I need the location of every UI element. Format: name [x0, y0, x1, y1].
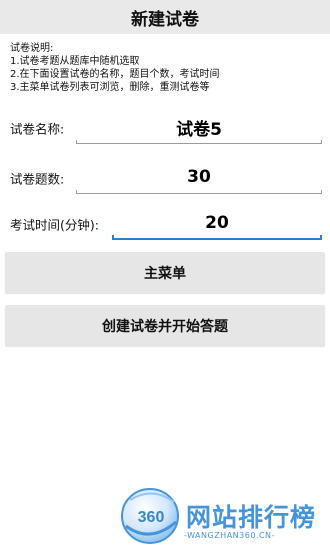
- question-count-input[interactable]: 30: [76, 162, 322, 192]
- exam-name-label: 试卷名称:: [10, 121, 65, 137]
- exam-name-row: 试卷名称: 试卷5: [0, 112, 330, 144]
- exam-time-input[interactable]: 20: [112, 208, 322, 238]
- instructions-heading: 试卷说明:: [10, 43, 54, 54]
- instructions-block: 试卷说明: 1.试卷考题从题库中随机选取 2.在下面设置试卷的名称，题目个数，考…: [10, 42, 320, 94]
- watermark-site-name: 网站排行榜: [186, 503, 317, 532]
- watermark-site-url: -WANGZHAN360.CN-: [184, 531, 275, 540]
- exam-time-row: 考试时间(分钟): 20: [0, 208, 330, 240]
- question-count-underline: [76, 190, 322, 194]
- question-count-row: 试卷题数: 30: [0, 162, 330, 194]
- watermark-logo: 360 网站排行榜 -WANGZHAN360.CN-: [120, 486, 325, 546]
- page-title: 新建试卷: [131, 9, 199, 30]
- instruction-line: 3.主菜单试卷列表可浏览，删除，重测试卷等: [10, 82, 210, 93]
- exam-time-label: 考试时间(分钟):: [10, 217, 99, 233]
- watermark-logo-text: 360: [138, 509, 165, 526]
- exam-name-underline: [76, 140, 322, 144]
- instruction-line: 1.试卷考题从题库中随机选取: [10, 56, 140, 67]
- exam-name-input[interactable]: 试卷5: [76, 112, 322, 142]
- question-count-label: 试卷题数:: [10, 171, 65, 187]
- watermark-globe-icon: 360: [121, 488, 179, 544]
- instruction-line: 2.在下面设置试卷的名称，题目个数，考试时间: [10, 69, 220, 80]
- title-bar: 新建试卷: [0, 0, 330, 34]
- main-menu-button[interactable]: 主菜单: [5, 252, 325, 293]
- create-exam-button[interactable]: 创建试卷并开始答题: [5, 305, 325, 346]
- exam-time-underline: [112, 235, 322, 240]
